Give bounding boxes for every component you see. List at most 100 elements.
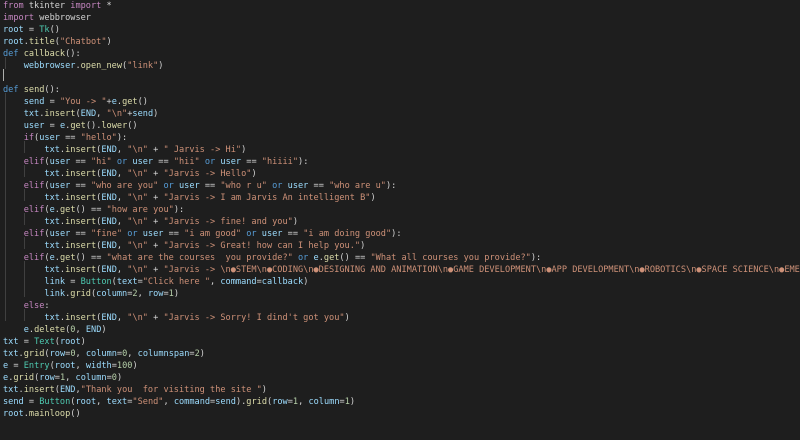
code-token: txt	[3, 217, 60, 227]
code-token: or	[158, 181, 179, 191]
code-editor[interactable]: from tkinter import * import webbrowser ro…	[0, 0, 800, 440]
code-line[interactable]: txt = Text(root)	[3, 336, 86, 348]
code-line[interactable]: root.mainloop()	[3, 408, 81, 420]
code-token: ,	[116, 313, 128, 323]
code-token: ==	[282, 229, 304, 239]
code-token: "i am good"	[184, 229, 242, 239]
code-token: or	[241, 229, 262, 239]
code-line[interactable]: link.grid(column=2, row=1)	[3, 288, 179, 300]
code-token: ,	[75, 325, 86, 335]
code-token: row	[49, 349, 66, 359]
code-token: elif	[3, 229, 45, 239]
code-token: )	[303, 277, 309, 287]
code-token: ):	[391, 229, 402, 239]
code-line[interactable]: def callback():	[3, 48, 81, 60]
code-token: row	[147, 289, 164, 299]
code-token: () ==	[339, 253, 371, 263]
code-token: +	[147, 241, 164, 251]
code-token: "Jarvis -> I am Jarvis An intelligent B"	[163, 193, 371, 203]
code-line[interactable]: if(user == "hello"):	[3, 132, 128, 144]
code-line[interactable]: link = Button(text="Click here ", comman…	[3, 276, 308, 288]
code-token: root	[3, 409, 24, 419]
code-token: "what are the courses you provide?"	[106, 253, 293, 263]
code-line[interactable]: send = "You -> "+e.get()	[3, 96, 148, 108]
code-token: send	[23, 85, 45, 95]
code-token: "\n"	[127, 313, 148, 323]
code-line[interactable]: def send():	[3, 84, 60, 96]
code-line[interactable]: e.delete(0, END)	[3, 324, 107, 336]
code-line[interactable]: e = Entry(root, width=100)	[3, 360, 138, 372]
code-line[interactable]: import webbrowser	[3, 12, 91, 24]
code-token: txt	[3, 145, 60, 155]
code-line[interactable]: txt.insert(END, "\n" + "Jarvis -> Hello"…	[3, 168, 256, 180]
code-token: END	[101, 193, 117, 203]
code-line[interactable]: txt.insert(END, "\n" + "Jarvis -> I am J…	[3, 192, 375, 204]
code-line[interactable]: elif(e.get() == "what are the courses yo…	[3, 252, 542, 264]
code-token: +	[147, 217, 164, 227]
code-token: txt	[3, 313, 60, 323]
code-token: "who are you"	[91, 181, 159, 191]
code-line[interactable]: elif(user == "fine" or user == "i am goo…	[3, 228, 402, 240]
code-token: import	[3, 13, 35, 23]
code-token: root	[59, 337, 81, 347]
code-token: root	[54, 361, 76, 371]
code-line[interactable]: txt.insert(END, "\n"+send)	[3, 108, 159, 120]
code-token: user	[261, 229, 283, 239]
code-line[interactable]: txt.insert(END, "\n" + "Jarvis -> Great!…	[3, 240, 365, 252]
code-token: or	[111, 157, 133, 167]
code-line[interactable]: txt.insert(END, "\n" + " Jarvis -> Hi")	[3, 144, 246, 156]
code-token: txt	[3, 169, 60, 179]
code-token: get	[70, 121, 86, 131]
code-token: txt	[3, 349, 19, 359]
code-token: txt	[3, 109, 40, 119]
code-token: "Click here "	[142, 277, 211, 287]
code-line[interactable]: root.title("Chatbot")	[3, 36, 112, 48]
code-token: ).	[235, 397, 247, 407]
code-token: END	[101, 145, 117, 155]
code-token: get	[122, 97, 138, 107]
code-line[interactable]: elif(e.get() == "how are you"):	[3, 204, 184, 216]
code-line[interactable]: webbrowser.open_new("link")	[3, 60, 164, 72]
code-token: () ==	[75, 205, 107, 215]
code-line[interactable]: e.grid(row=1, column=0)	[3, 372, 122, 384]
code-token: grid	[23, 349, 45, 359]
code-token: ():	[44, 85, 60, 95]
code-token: "Thank you for visiting the site "	[80, 385, 262, 395]
code-token: send	[3, 397, 24, 407]
code-token: ):	[173, 205, 185, 215]
code-token: )	[292, 217, 299, 227]
code-token: mainloop	[28, 409, 71, 419]
code-token: ,	[137, 289, 148, 299]
code-token: column	[75, 373, 107, 383]
code-line[interactable]: user = e.get().lower()	[3, 120, 138, 132]
code-line[interactable]: root = Tk()	[3, 24, 60, 36]
code-token: "hiiii"	[261, 157, 299, 167]
code-token: =	[23, 397, 40, 407]
code-token: delete	[34, 325, 66, 335]
code-line[interactable]: txt.insert(END,"Thank you for visiting t…	[3, 384, 267, 396]
code-token: callback	[261, 277, 304, 287]
code-token: ()	[127, 121, 138, 131]
code-token: "hello"	[80, 133, 117, 143]
code-token: END	[101, 265, 117, 275]
code-line[interactable]: txt.insert(END, "\n" + "Jarvis -> Sorry!…	[3, 312, 349, 324]
code-line[interactable]: txt.insert(END, "\n" + "Jarvis -> \n●STE…	[3, 264, 800, 276]
code-line[interactable]: elif(user == "who are you" or user == "w…	[3, 180, 397, 192]
code-line[interactable]: from tkinter import *	[3, 0, 112, 12]
code-token: txt	[3, 265, 60, 275]
code-token: insert	[44, 109, 76, 119]
code-token: text	[106, 397, 128, 407]
code-token: get	[59, 253, 76, 263]
code-token: =	[8, 361, 24, 371]
code-token: ():	[65, 49, 81, 59]
code-line[interactable]: else:	[3, 300, 50, 312]
code-token: END	[80, 109, 97, 119]
code-line[interactable]: send = Button(root, text="Send", command…	[3, 396, 355, 408]
code-line[interactable]: txt.grid(row=0, column=0, columnspan=2)	[3, 348, 205, 360]
code-token: txt	[3, 241, 60, 251]
code-token: "fine"	[91, 229, 123, 239]
code-line[interactable]: txt.insert(END, "\n" + "Jarvis -> fine! …	[3, 216, 298, 228]
code-token: )	[101, 325, 107, 335]
code-token: user	[3, 121, 45, 131]
code-line[interactable]: elif(user == "hi" or user == "hii" or us…	[3, 156, 309, 168]
